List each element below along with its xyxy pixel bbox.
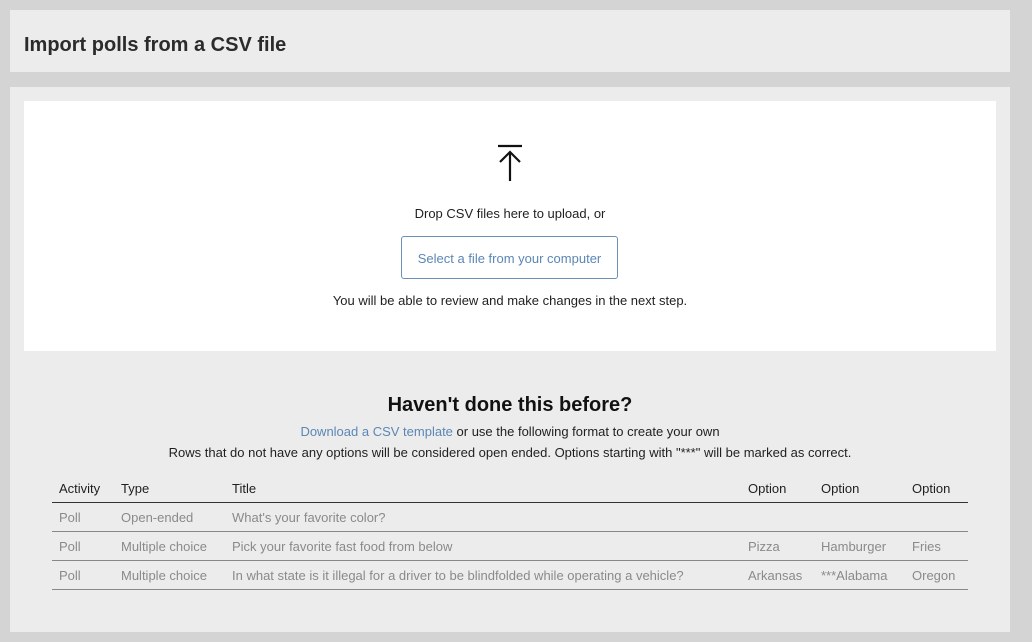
review-note: You will be able to review and make chan…: [332, 293, 688, 308]
table-header-row: Activity Type Title Option Option Option: [52, 475, 968, 503]
select-file-button[interactable]: Select a file from your computer: [401, 236, 618, 279]
cell-option: [905, 502, 968, 532]
cell-option: [814, 502, 905, 532]
upload-arrow-icon: [498, 144, 522, 181]
cell-type: Multiple choice: [114, 531, 225, 561]
cell-activity: Poll: [52, 502, 114, 532]
cell-option: Hamburger: [814, 531, 905, 561]
page-header: Import polls from a CSV file: [10, 10, 1010, 72]
cell-title: What's your favorite color?: [225, 502, 741, 532]
cell-title: Pick your favorite fast food from below: [225, 531, 741, 561]
column-header-title: Title: [225, 475, 741, 503]
download-template-link[interactable]: Download a CSV template: [300, 424, 452, 439]
column-header-activity: Activity: [52, 475, 114, 503]
cell-type: Multiple choice: [114, 560, 225, 590]
cell-option: [741, 502, 814, 532]
table-row: Poll Multiple choice In what state is it…: [52, 560, 968, 590]
cell-activity: Poll: [52, 531, 114, 561]
cell-option: Oregon: [905, 560, 968, 590]
drop-instructions: Drop CSV files here to upload, or: [414, 206, 606, 221]
column-header-option-1: Option: [741, 475, 814, 503]
help-format-line: Download a CSV template or use the follo…: [10, 423, 1010, 441]
cell-option: Arkansas: [741, 560, 814, 590]
cell-option: Pizza: [741, 531, 814, 561]
column-header-type: Type: [114, 475, 225, 503]
cell-option: ***Alabama: [814, 560, 905, 590]
table-row: Poll Multiple choice Pick your favorite …: [52, 531, 968, 561]
help-rules-line: Rows that do not have any options will b…: [168, 445, 852, 460]
cell-activity: Poll: [52, 560, 114, 590]
cell-title: In what state is it illegal for a driver…: [225, 560, 741, 590]
format-instruction: or use the following format to create yo…: [452, 424, 720, 439]
cell-option: Fries: [905, 531, 968, 561]
file-dropzone[interactable]: Drop CSV files here to upload, or Select…: [24, 101, 996, 351]
help-title: Haven't done this before?: [387, 394, 633, 416]
column-header-option-3: Option: [905, 475, 968, 503]
csv-format-table: Activity Type Title Option Option Option…: [52, 475, 968, 590]
page-title: Import polls from a CSV file: [24, 34, 287, 56]
column-header-option-2: Option: [814, 475, 905, 503]
import-panel: Drop CSV files here to upload, or Select…: [10, 87, 1010, 632]
table-row: Poll Open-ended What's your favorite col…: [52, 502, 968, 532]
cell-type: Open-ended: [114, 502, 225, 532]
